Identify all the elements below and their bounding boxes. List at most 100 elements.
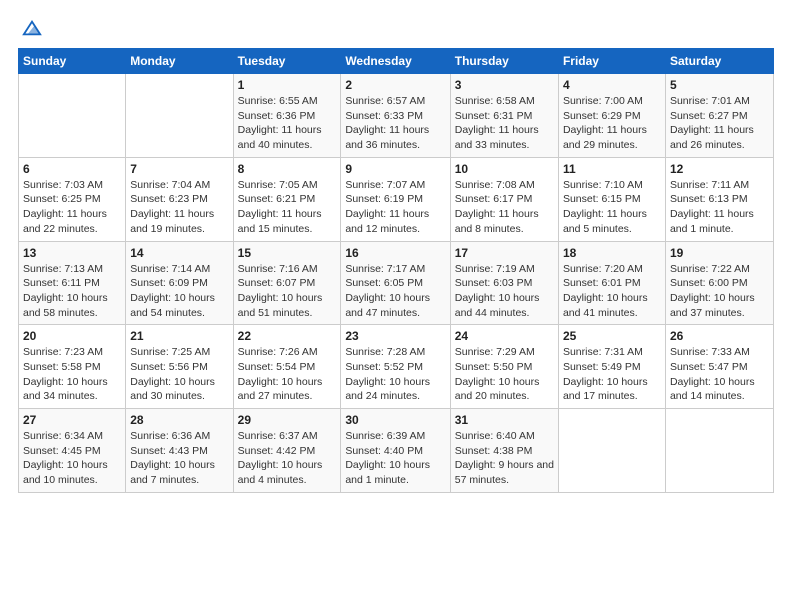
calendar-cell: 19 Sunrise: 7:22 AMSunset: 6:00 PMDayligh…: [665, 241, 773, 325]
day-info: Sunrise: 7:05 AMSunset: 6:21 PMDaylight:…: [238, 178, 337, 237]
calendar-cell: 7 Sunrise: 7:04 AMSunset: 6:23 PMDaylight…: [126, 157, 233, 241]
calendar-cell: 25 Sunrise: 7:31 AMSunset: 5:49 PMDayligh…: [558, 325, 665, 409]
calendar-cell: 22 Sunrise: 7:26 AMSunset: 5:54 PMDayligh…: [233, 325, 341, 409]
day-info: Sunrise: 7:22 AMSunset: 6:00 PMDaylight:…: [670, 262, 769, 321]
day-number: 11: [563, 162, 661, 176]
calendar-cell: 20 Sunrise: 7:23 AMSunset: 5:58 PMDayligh…: [19, 325, 126, 409]
calendar-table: SundayMondayTuesdayWednesdayThursdayFrid…: [18, 48, 774, 493]
day-info: Sunrise: 6:37 AMSunset: 4:42 PMDaylight:…: [238, 429, 337, 488]
day-info: Sunrise: 7:10 AMSunset: 6:15 PMDaylight:…: [563, 178, 661, 237]
day-number: 10: [455, 162, 554, 176]
calendar-cell: 14Sunrise: 7:14 AMSunset: 6:09 PMDayligh…: [126, 241, 233, 325]
weekday-header-friday: Friday: [558, 49, 665, 74]
calendar-cell: 6 Sunrise: 7:03 AMSunset: 6:25 PMDaylight…: [19, 157, 126, 241]
day-info: Sunrise: 7:25 AMSunset: 5:56 PMDaylight:…: [130, 345, 228, 404]
day-info: Sunrise: 7:16 AMSunset: 6:07 PMDaylight:…: [238, 262, 337, 321]
day-info: Sunrise: 7:31 AMSunset: 5:49 PMDaylight:…: [563, 345, 661, 404]
day-number: 4: [563, 78, 661, 92]
calendar-cell: 15 Sunrise: 7:16 AMSunset: 6:07 PMDayligh…: [233, 241, 341, 325]
calendar-cell: 26 Sunrise: 7:33 AMSunset: 5:47 PMDayligh…: [665, 325, 773, 409]
calendar-cell: 13 Sunrise: 7:13 AMSunset: 6:11 PMDayligh…: [19, 241, 126, 325]
calendar-cell: [558, 409, 665, 493]
day-number: 14: [130, 246, 228, 260]
calendar-cell: 9 Sunrise: 7:07 AMSunset: 6:19 PMDaylight…: [341, 157, 450, 241]
calendar-cell: [126, 74, 233, 158]
day-number: 23: [345, 329, 445, 343]
weekday-header-monday: Monday: [126, 49, 233, 74]
week-row-2: 6 Sunrise: 7:03 AMSunset: 6:25 PMDaylight…: [19, 157, 774, 241]
day-info: Sunrise: 7:04 AMSunset: 6:23 PMDaylight:…: [130, 178, 228, 237]
day-number: 22: [238, 329, 337, 343]
day-info: Sunrise: 7:23 AMSunset: 5:58 PMDaylight:…: [23, 345, 121, 404]
day-number: 24: [455, 329, 554, 343]
calendar-cell: 8 Sunrise: 7:05 AMSunset: 6:21 PMDaylight…: [233, 157, 341, 241]
day-number: 26: [670, 329, 769, 343]
calendar-cell: 2Sunrise: 6:57 AMSunset: 6:33 PMDaylight…: [341, 74, 450, 158]
calendar-cell: [665, 409, 773, 493]
logo: [18, 18, 42, 38]
calendar-cell: 10Sunrise: 7:08 AMSunset: 6:17 PMDayligh…: [450, 157, 558, 241]
day-number: 8: [238, 162, 337, 176]
day-info: Sunrise: 6:55 AMSunset: 6:36 PMDaylight:…: [238, 94, 337, 153]
day-number: 19: [670, 246, 769, 260]
day-number: 13: [23, 246, 121, 260]
day-number: 30: [345, 413, 445, 427]
day-info: Sunrise: 7:19 AMSunset: 6:03 PMDaylight:…: [455, 262, 554, 321]
day-info: Sunrise: 7:28 AMSunset: 5:52 PMDaylight:…: [345, 345, 445, 404]
header: [18, 18, 774, 38]
day-number: 21: [130, 329, 228, 343]
day-number: 5: [670, 78, 769, 92]
calendar-cell: 1 Sunrise: 6:55 AMSunset: 6:36 PMDaylight…: [233, 74, 341, 158]
day-number: 12: [670, 162, 769, 176]
calendar-cell: 17 Sunrise: 7:19 AMSunset: 6:03 PMDayligh…: [450, 241, 558, 325]
day-info: Sunrise: 6:57 AMSunset: 6:33 PMDaylight:…: [345, 94, 445, 153]
day-info: Sunrise: 6:39 AMSunset: 4:40 PMDaylight:…: [345, 429, 445, 488]
calendar-cell: 5 Sunrise: 7:01 AMSunset: 6:27 PMDaylight…: [665, 74, 773, 158]
day-info: Sunrise: 7:20 AMSunset: 6:01 PMDaylight:…: [563, 262, 661, 321]
calendar-page: SundayMondayTuesdayWednesdayThursdayFrid…: [0, 0, 792, 612]
day-info: Sunrise: 7:07 AMSunset: 6:19 PMDaylight:…: [345, 178, 445, 237]
calendar-cell: [19, 74, 126, 158]
calendar-cell: 3Sunrise: 6:58 AMSunset: 6:31 PMDaylight…: [450, 74, 558, 158]
day-number: 20: [23, 329, 121, 343]
day-info: Sunrise: 7:11 AMSunset: 6:13 PMDaylight:…: [670, 178, 769, 237]
calendar-cell: 16Sunrise: 7:17 AMSunset: 6:05 PMDayligh…: [341, 241, 450, 325]
day-number: 18: [563, 246, 661, 260]
day-number: 31: [455, 413, 554, 427]
day-number: 27: [23, 413, 121, 427]
weekday-header-wednesday: Wednesday: [341, 49, 450, 74]
week-row-5: 27 Sunrise: 6:34 AMSunset: 4:45 PMDayligh…: [19, 409, 774, 493]
calendar-cell: 11 Sunrise: 7:10 AMSunset: 6:15 PMDayligh…: [558, 157, 665, 241]
calendar-cell: 28Sunrise: 6:36 AMSunset: 4:43 PMDayligh…: [126, 409, 233, 493]
day-info: Sunrise: 6:34 AMSunset: 4:45 PMDaylight:…: [23, 429, 121, 488]
calendar-cell: 30 Sunrise: 6:39 AMSunset: 4:40 PMDayligh…: [341, 409, 450, 493]
day-info: Sunrise: 6:36 AMSunset: 4:43 PMDaylight:…: [130, 429, 228, 488]
day-info: Sunrise: 7:03 AMSunset: 6:25 PMDaylight:…: [23, 178, 121, 237]
day-number: 1: [238, 78, 337, 92]
day-number: 29: [238, 413, 337, 427]
weekday-header-thursday: Thursday: [450, 49, 558, 74]
day-info: Sunrise: 7:26 AMSunset: 5:54 PMDaylight:…: [238, 345, 337, 404]
day-number: 9: [345, 162, 445, 176]
weekday-header-saturday: Saturday: [665, 49, 773, 74]
day-number: 25: [563, 329, 661, 343]
calendar-cell: 18 Sunrise: 7:20 AMSunset: 6:01 PMDayligh…: [558, 241, 665, 325]
day-info: Sunrise: 7:13 AMSunset: 6:11 PMDaylight:…: [23, 262, 121, 321]
day-number: 6: [23, 162, 121, 176]
day-info: Sunrise: 7:00 AMSunset: 6:29 PMDaylight:…: [563, 94, 661, 153]
weekday-header-row: SundayMondayTuesdayWednesdayThursdayFrid…: [19, 49, 774, 74]
day-info: Sunrise: 7:33 AMSunset: 5:47 PMDaylight:…: [670, 345, 769, 404]
day-number: 17: [455, 246, 554, 260]
day-info: Sunrise: 6:58 AMSunset: 6:31 PMDaylight:…: [455, 94, 554, 153]
week-row-4: 20 Sunrise: 7:23 AMSunset: 5:58 PMDayligh…: [19, 325, 774, 409]
logo-icon: [22, 18, 42, 38]
day-number: 7: [130, 162, 228, 176]
calendar-cell: 27 Sunrise: 6:34 AMSunset: 4:45 PMDayligh…: [19, 409, 126, 493]
calendar-cell: 23 Sunrise: 7:28 AMSunset: 5:52 PMDayligh…: [341, 325, 450, 409]
calendar-cell: 29 Sunrise: 6:37 AMSunset: 4:42 PMDayligh…: [233, 409, 341, 493]
day-info: Sunrise: 7:01 AMSunset: 6:27 PMDaylight:…: [670, 94, 769, 153]
day-info: Sunrise: 6:40 AMSunset: 4:38 PMDaylight:…: [455, 429, 554, 488]
day-info: Sunrise: 7:17 AMSunset: 6:05 PMDaylight:…: [345, 262, 445, 321]
day-number: 15: [238, 246, 337, 260]
calendar-cell: 24Sunrise: 7:29 AMSunset: 5:50 PMDayligh…: [450, 325, 558, 409]
